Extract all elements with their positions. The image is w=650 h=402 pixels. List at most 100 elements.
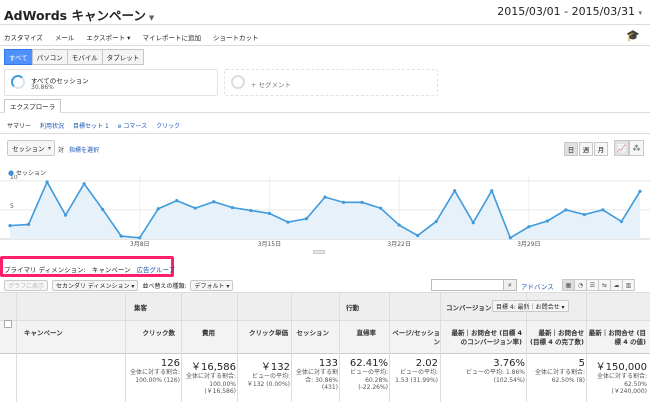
subnav-clicks[interactable]: クリック: [156, 121, 180, 130]
tab-explorer[interactable]: エクスプローラ: [4, 99, 62, 113]
sessions-point: [582, 212, 587, 217]
total-bounce-rate-value: 62.41%: [349, 358, 388, 369]
select-metric-link[interactable]: 指標を選択: [69, 145, 99, 154]
col-clicks[interactable]: クリック数: [128, 329, 176, 338]
chevron-down-icon[interactable]: ▾: [48, 145, 51, 152]
report-toolbar: カスタマイズ メール エクスポート ▾ マイレポートに追加 ショートカット 🎓: [0, 29, 650, 44]
subnav-goal-set[interactable]: 目標セット 1: [73, 121, 109, 130]
total-completions-value: 5: [578, 358, 585, 369]
segment-tablet-button[interactable]: タブレット: [101, 49, 145, 65]
sessions-point: [119, 234, 123, 238]
add-segment-card[interactable]: + セグメント: [224, 69, 438, 96]
sessions-point: [193, 206, 197, 210]
conversion-goal-select[interactable]: 目標 4: 最新｜お問合せ ▾: [492, 300, 569, 312]
advanced-filter-link[interactable]: アドバンス: [521, 281, 554, 291]
column-divider: [125, 292, 126, 402]
total-goal4-conversion-rate: 3.76% ビューの平均: 1.86% (102.54%): [441, 358, 525, 384]
explorer-subnav: サマリー 利用状況 目標セット 1 e コマース クリック: [7, 121, 180, 130]
col-goal4-value[interactable]: 最新｜お問合せ (目標 4 の値): [588, 329, 646, 347]
sessions-point: [378, 206, 383, 210]
col-cpc[interactable]: クリック単価: [242, 329, 288, 338]
segment-card-all-sessions[interactable]: すべてのセッション 30.86%: [4, 69, 218, 96]
motion-chart-icon[interactable]: ⁂: [629, 140, 644, 156]
graduation-cap-icon[interactable]: 🎓: [626, 29, 640, 42]
column-divider: [16, 292, 17, 402]
y-tick-label: 10: [10, 175, 18, 181]
sessions-point: [249, 208, 253, 213]
subnav-ecommerce[interactable]: e コマース: [118, 121, 147, 130]
dimension-ad-group[interactable]: 広告グループ: [137, 264, 176, 274]
period-month-button[interactable]: 月: [594, 142, 608, 156]
sessions-area-fill: [10, 181, 640, 239]
period-week-button[interactable]: 週: [579, 142, 593, 156]
col-sessions[interactable]: セッション: [289, 329, 330, 338]
versus-label: 対: [58, 147, 65, 154]
date-range-text[interactable]: 2015/03/01 - 2015/03/31: [497, 5, 635, 18]
chevron-down-icon[interactable]: ▼: [149, 14, 154, 22]
col-goal4-conversion-rate[interactable]: 最新｜お問合せ (目標 4 のコンバージョン率): [444, 329, 522, 347]
x-tick-label: 3月29日: [517, 241, 540, 248]
total-clicks-value: 126: [160, 358, 180, 369]
x-tick-label: 3月15日: [258, 241, 281, 248]
subnav-summary[interactable]: サマリー: [7, 121, 31, 130]
device-segment-buttons: すべて パソコン モバイル タブレット: [4, 49, 145, 65]
dimension-campaign[interactable]: キャンペーン: [92, 264, 131, 274]
chart-resize-handle[interactable]: [313, 250, 325, 254]
segment-mobile-button[interactable]: モバイル: [66, 49, 103, 65]
x-tick-label: 3月22日: [387, 241, 410, 248]
date-range-picker[interactable]: 2015/03/01 - 2015/03/31 ▾: [497, 5, 642, 18]
select-all-checkbox[interactable]: [4, 320, 12, 328]
total-goal4-completions: 5 全体に対する割合: 62.50% (8): [527, 358, 585, 384]
title-text: AdWords キャンペーン: [4, 8, 146, 23]
divider: [0, 133, 650, 134]
total-goal-value: ￥150,000: [595, 362, 647, 373]
total-cost-sub: 全体に対する割合: 100.00% (￥16,586): [185, 373, 236, 395]
add-segment-label[interactable]: + セグメント: [251, 79, 291, 89]
search-icon[interactable]: ⌕: [503, 280, 516, 290]
column-divider: [440, 292, 441, 402]
total-conv-rate-value: 3.76%: [493, 358, 525, 369]
sessions-point: [619, 219, 624, 224]
empty-ring-icon: [231, 75, 245, 89]
group-behavior: 行動: [346, 304, 359, 312]
period-day-button[interactable]: 日: [564, 142, 578, 156]
total-bounce-rate: 62.41% ビューの平均: 60.28% (-22.26%): [340, 358, 388, 392]
metric-select-value[interactable]: セッション: [12, 143, 45, 153]
sessions-point: [82, 182, 86, 186]
sessions-point: [230, 205, 234, 210]
toolbar-email[interactable]: メール: [55, 32, 75, 42]
segment-desktop-button[interactable]: パソコン: [31, 49, 68, 65]
toolbar-export[interactable]: エクスポート ▾: [86, 32, 130, 42]
col-goal4-completions[interactable]: 最新｜お問合せ (目標 4 の完了数): [528, 329, 584, 347]
sort-type-select[interactable]: デフォルト ▾: [190, 279, 234, 291]
col-campaign[interactable]: キャンペーン: [24, 329, 63, 338]
sessions-point: [490, 189, 494, 193]
col-cost[interactable]: 費用: [185, 329, 215, 338]
plot-rows-button[interactable]: グラフに表示: [4, 279, 49, 291]
pivot-view-icon[interactable]: ▥: [622, 279, 635, 291]
secondary-dimension-select[interactable]: セカンダリ ディメンション ▾: [52, 279, 139, 291]
toolbar-shortcut[interactable]: ショートカット: [213, 32, 259, 42]
segment-all-button[interactable]: すべて: [4, 49, 33, 65]
col-bounce-rate[interactable]: 直帰率: [346, 329, 377, 338]
y-tick-label: 5: [10, 203, 14, 210]
total-cpc-sub: ビューの平均: ￥132 (0.00%): [246, 373, 290, 388]
divider: [0, 112, 650, 113]
col-pages-per-session[interactable]: ページ/セッション: [390, 329, 440, 347]
sessions-point: [175, 199, 179, 203]
total-pages-per-session: 2.02 ビューの平均: 1.53 (31.99%): [390, 358, 438, 384]
toolbar-add-dashboard[interactable]: マイレポートに追加: [142, 32, 201, 42]
x-tick-label: 3月8日: [130, 241, 150, 248]
sessions-point: [212, 200, 216, 204]
sessions-point: [434, 219, 438, 224]
subnav-site-usage[interactable]: 利用状況: [40, 121, 64, 130]
sessions-point: [508, 236, 512, 240]
toolbar-customize[interactable]: カスタマイズ: [4, 32, 43, 42]
total-cpc: ￥132 ビューの平均: ￥132 (0.00%): [238, 358, 290, 388]
total-sessions-sub: 全体に対する割合: 30.86% (431): [295, 369, 338, 391]
metric-select[interactable]: セッション ▾: [7, 140, 55, 156]
sessions-point: [416, 233, 420, 238]
chevron-down-icon[interactable]: ▾: [638, 9, 642, 17]
line-chart-icon[interactable]: 📈: [614, 140, 629, 156]
sessions-point: [341, 200, 346, 204]
